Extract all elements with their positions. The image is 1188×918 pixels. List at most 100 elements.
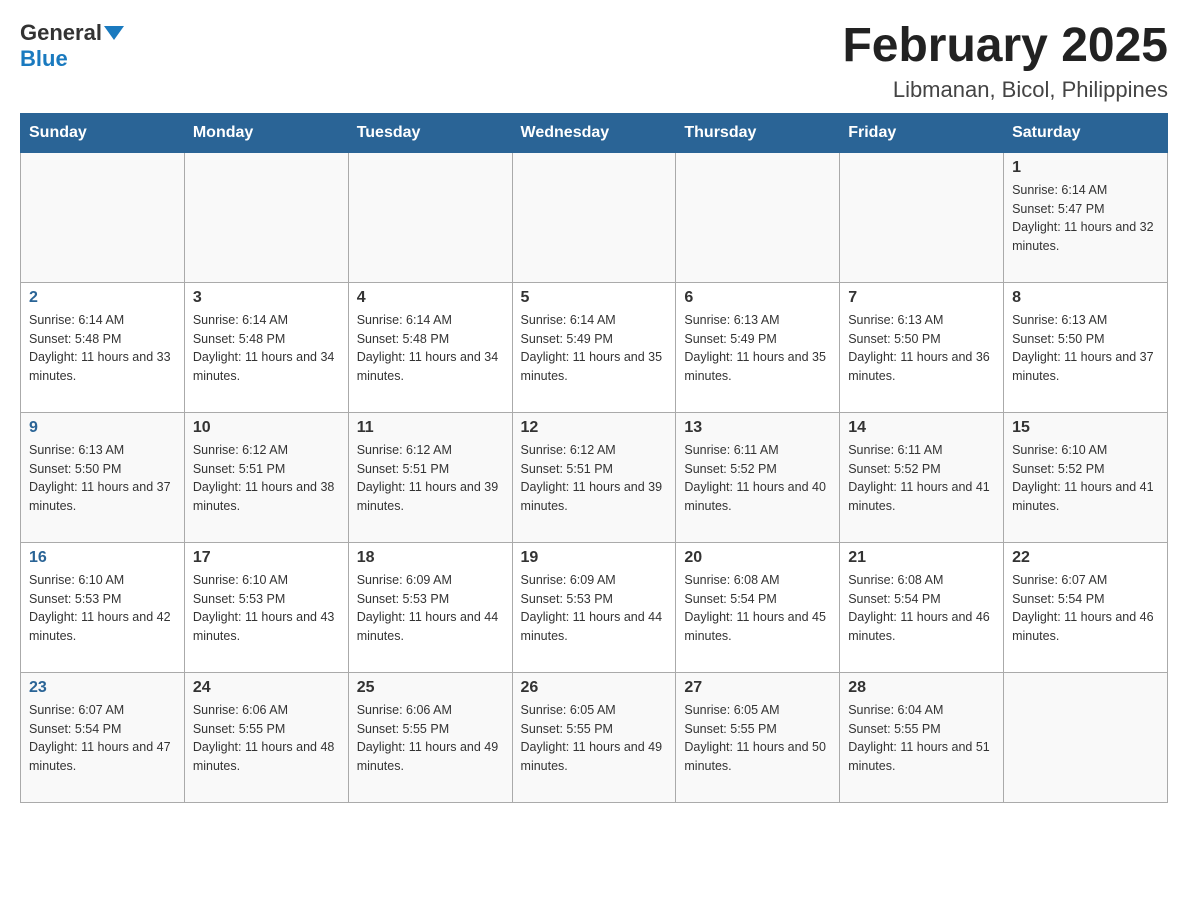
- day-number: 13: [684, 419, 831, 437]
- day-number: 20: [684, 549, 831, 567]
- calendar-week-5: 23Sunrise: 6:07 AM Sunset: 5:54 PM Dayli…: [21, 672, 1168, 802]
- day-number: 23: [29, 679, 176, 697]
- day-number: 5: [521, 289, 668, 307]
- calendar-cell: 17 Sunrise: 6:10 AM Sunset: 5:53 PM Dayli…: [184, 542, 348, 672]
- calendar-cell: [348, 152, 512, 282]
- day-number: 3: [193, 289, 340, 307]
- calendar-week-3: 9 Sunrise: 6:13 AM Sunset: 5:50 PM Daylig…: [21, 412, 1168, 542]
- day-number: 11: [357, 419, 504, 437]
- calendar-cell: [676, 152, 840, 282]
- calendar-cell: 2 Sunrise: 6:14 AM Sunset: 5:48 PM Daylig…: [21, 282, 185, 412]
- day-info: Sunrise: 6:09 AM Sunset: 5:53 PM Dayligh…: [357, 571, 504, 646]
- day-info: Sunrise: 6:05 AM Sunset: 5:55 PM Dayligh…: [521, 701, 668, 776]
- calendar-cell: 4Sunrise: 6:14 AM Sunset: 5:48 PM Daylig…: [348, 282, 512, 412]
- calendar-week-1: 1 Sunrise: 6:14 AM Sunset: 5:47 PM Daylig…: [21, 152, 1168, 282]
- location-title: Libmanan, Bicol, Philippines: [842, 77, 1168, 103]
- day-number: 9: [29, 419, 176, 437]
- calendar-cell: 25 Sunrise: 6:06 AM Sunset: 5:55 PM Dayli…: [348, 672, 512, 802]
- day-info: Sunrise: 6:12 AM Sunset: 5:51 PM Dayligh…: [193, 441, 340, 516]
- title-block: February 2025 Libmanan, Bicol, Philippin…: [842, 20, 1168, 103]
- column-header-wednesday: Wednesday: [512, 113, 676, 152]
- calendar-cell: [512, 152, 676, 282]
- calendar-cell: [184, 152, 348, 282]
- calendar-cell: 16Sunrise: 6:10 AM Sunset: 5:53 PM Dayli…: [21, 542, 185, 672]
- calendar-cell: 7Sunrise: 6:13 AM Sunset: 5:50 PM Daylig…: [840, 282, 1004, 412]
- day-number: 1: [1012, 159, 1159, 177]
- day-info: Sunrise: 6:13 AM Sunset: 5:50 PM Dayligh…: [29, 441, 176, 516]
- calendar-cell: 6 Sunrise: 6:13 AM Sunset: 5:49 PM Daylig…: [676, 282, 840, 412]
- day-number: 17: [193, 549, 340, 567]
- calendar-cell: 12 Sunrise: 6:12 AM Sunset: 5:51 PM Dayli…: [512, 412, 676, 542]
- column-header-saturday: Saturday: [1004, 113, 1168, 152]
- day-number: 2: [29, 289, 176, 307]
- calendar-cell: 15 Sunrise: 6:10 AM Sunset: 5:52 PM Dayli…: [1004, 412, 1168, 542]
- calendar-week-4: 16 Sunrise: 6:10 AM Sunset: 5:53 PM Dayli…: [21, 542, 1168, 672]
- calendar-cell: 9 Sunrise: 6:13 AM Sunset: 5:50 PM Daylig…: [21, 412, 185, 542]
- month-title: February 2025: [842, 20, 1168, 73]
- logo-triangle-icon: [104, 26, 124, 40]
- day-number: 16: [29, 549, 176, 567]
- day-info: Sunrise: 6:06 AM Sunset: 5:55 PM Dayligh…: [357, 701, 504, 776]
- day-number: 22: [1012, 549, 1159, 567]
- calendar-cell: [1004, 672, 1168, 802]
- day-number: 25: [357, 679, 504, 697]
- day-info: Sunrise: 6:11 AM Sunset: 5:52 PM Dayligh…: [848, 441, 995, 516]
- day-number: 12: [521, 419, 668, 437]
- day-info: Sunrise: 6:10 AM Sunset: 5:53 PM Dayligh…: [193, 571, 340, 646]
- day-info: Sunrise: 6:05 AM Sunset: 5:55 PM Dayligh…: [684, 701, 831, 776]
- calendar-cell: 24Sunrise: 6:06 AM Sunset: 5:55 PM Dayli…: [184, 672, 348, 802]
- day-info: Sunrise: 6:13 AM Sunset: 5:50 PM Dayligh…: [1012, 311, 1159, 386]
- day-info: Sunrise: 6:14 AM Sunset: 5:48 PM Dayligh…: [193, 311, 340, 386]
- page-header: General Blue February 2025 Libmanan, Bic…: [20, 20, 1168, 103]
- calendar-cell: [840, 152, 1004, 282]
- day-info: Sunrise: 6:09 AM Sunset: 5:53 PM Dayligh…: [521, 571, 668, 646]
- column-header-friday: Friday: [840, 113, 1004, 152]
- calendar-cell: 28 Sunrise: 6:04 AM Sunset: 5:55 PM Dayli…: [840, 672, 1004, 802]
- calendar-cell: 19 Sunrise: 6:09 AM Sunset: 5:53 PM Dayli…: [512, 542, 676, 672]
- calendar-cell: 11Sunrise: 6:12 AM Sunset: 5:51 PM Dayli…: [348, 412, 512, 542]
- calendar-cell: 20 Sunrise: 6:08 AM Sunset: 5:54 PM Dayli…: [676, 542, 840, 672]
- day-info: Sunrise: 6:13 AM Sunset: 5:49 PM Dayligh…: [684, 311, 831, 386]
- calendar-cell: [21, 152, 185, 282]
- day-number: 10: [193, 419, 340, 437]
- calendar-header-row: SundayMondayTuesdayWednesdayThursdayFrid…: [21, 113, 1168, 152]
- calendar-cell: 14 Sunrise: 6:11 AM Sunset: 5:52 PM Dayli…: [840, 412, 1004, 542]
- day-info: Sunrise: 6:10 AM Sunset: 5:52 PM Dayligh…: [1012, 441, 1159, 516]
- day-number: 6: [684, 289, 831, 307]
- day-number: 18: [357, 549, 504, 567]
- calendar-cell: 3 Sunrise: 6:14 AM Sunset: 5:48 PM Daylig…: [184, 282, 348, 412]
- day-info: Sunrise: 6:08 AM Sunset: 5:54 PM Dayligh…: [848, 571, 995, 646]
- day-number: 24: [193, 679, 340, 697]
- day-info: Sunrise: 6:04 AM Sunset: 5:55 PM Dayligh…: [848, 701, 995, 776]
- calendar-table: SundayMondayTuesdayWednesdayThursdayFrid…: [20, 113, 1168, 803]
- column-header-monday: Monday: [184, 113, 348, 152]
- day-number: 19: [521, 549, 668, 567]
- calendar-cell: 18 Sunrise: 6:09 AM Sunset: 5:53 PM Dayli…: [348, 542, 512, 672]
- day-info: Sunrise: 6:07 AM Sunset: 5:54 PM Dayligh…: [1012, 571, 1159, 646]
- column-header-sunday: Sunday: [21, 113, 185, 152]
- day-info: Sunrise: 6:14 AM Sunset: 5:47 PM Dayligh…: [1012, 181, 1159, 256]
- day-number: 7: [848, 289, 995, 307]
- day-info: Sunrise: 6:14 AM Sunset: 5:49 PM Dayligh…: [521, 311, 668, 386]
- column-header-tuesday: Tuesday: [348, 113, 512, 152]
- calendar-cell: 22 Sunrise: 6:07 AM Sunset: 5:54 PM Dayli…: [1004, 542, 1168, 672]
- day-info: Sunrise: 6:11 AM Sunset: 5:52 PM Dayligh…: [684, 441, 831, 516]
- calendar-cell: 5 Sunrise: 6:14 AM Sunset: 5:49 PM Daylig…: [512, 282, 676, 412]
- calendar-cell: 23Sunrise: 6:07 AM Sunset: 5:54 PM Dayli…: [21, 672, 185, 802]
- calendar-cell: 21Sunrise: 6:08 AM Sunset: 5:54 PM Dayli…: [840, 542, 1004, 672]
- calendar-cell: 13 Sunrise: 6:11 AM Sunset: 5:52 PM Dayli…: [676, 412, 840, 542]
- day-number: 15: [1012, 419, 1159, 437]
- calendar-week-2: 2 Sunrise: 6:14 AM Sunset: 5:48 PM Daylig…: [21, 282, 1168, 412]
- calendar-cell: 10 Sunrise: 6:12 AM Sunset: 5:51 PM Dayli…: [184, 412, 348, 542]
- day-info: Sunrise: 6:14 AM Sunset: 5:48 PM Dayligh…: [29, 311, 176, 386]
- day-number: 26: [521, 679, 668, 697]
- calendar-cell: 27 Sunrise: 6:05 AM Sunset: 5:55 PM Dayli…: [676, 672, 840, 802]
- day-info: Sunrise: 6:08 AM Sunset: 5:54 PM Dayligh…: [684, 571, 831, 646]
- day-number: 14: [848, 419, 995, 437]
- calendar-cell: 1 Sunrise: 6:14 AM Sunset: 5:47 PM Daylig…: [1004, 152, 1168, 282]
- day-number: 8: [1012, 289, 1159, 307]
- day-number: 4: [357, 289, 504, 307]
- day-number: 28: [848, 679, 995, 697]
- day-number: 27: [684, 679, 831, 697]
- day-info: Sunrise: 6:12 AM Sunset: 5:51 PM Dayligh…: [521, 441, 668, 516]
